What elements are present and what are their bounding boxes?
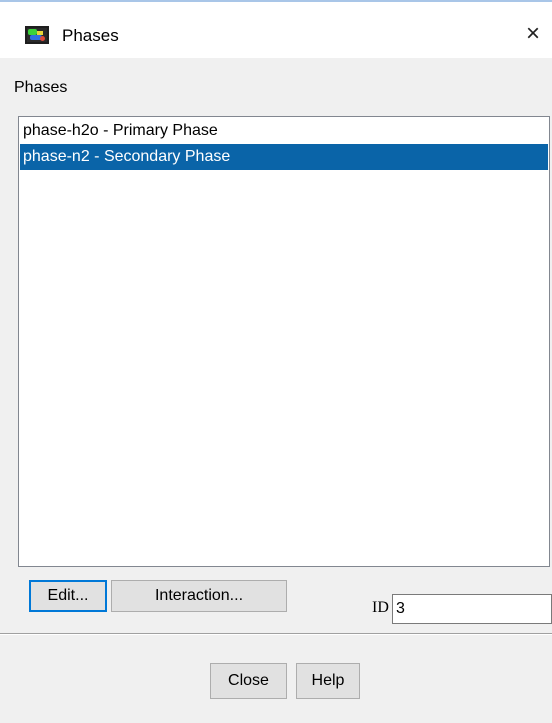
edit-button[interactable]: Edit... [29,580,107,612]
id-label: ID [372,599,389,616]
footer-separator [0,633,552,635]
title-bar[interactable]: Phases × [0,2,552,58]
window-title: Phases [62,26,119,45]
list-item-phase-n2[interactable]: phase-n2 - Secondary Phase [20,144,548,170]
help-button[interactable]: Help [296,663,360,699]
id-field[interactable] [392,594,552,624]
list-item-phase-h2o[interactable]: phase-h2o - Primary Phase [20,118,548,144]
phases-list[interactable]: phase-h2o - Primary Phase phase-n2 - Sec… [18,116,550,567]
interaction-button[interactable]: Interaction... [111,580,287,612]
phases-dialog: Phases × Phases phase-h2o - Primary Phas… [0,0,552,723]
close-button[interactable]: Close [210,663,287,699]
fluent-app-icon [25,26,49,44]
close-icon[interactable]: × [520,21,546,47]
phases-group-label: Phases [14,79,68,96]
